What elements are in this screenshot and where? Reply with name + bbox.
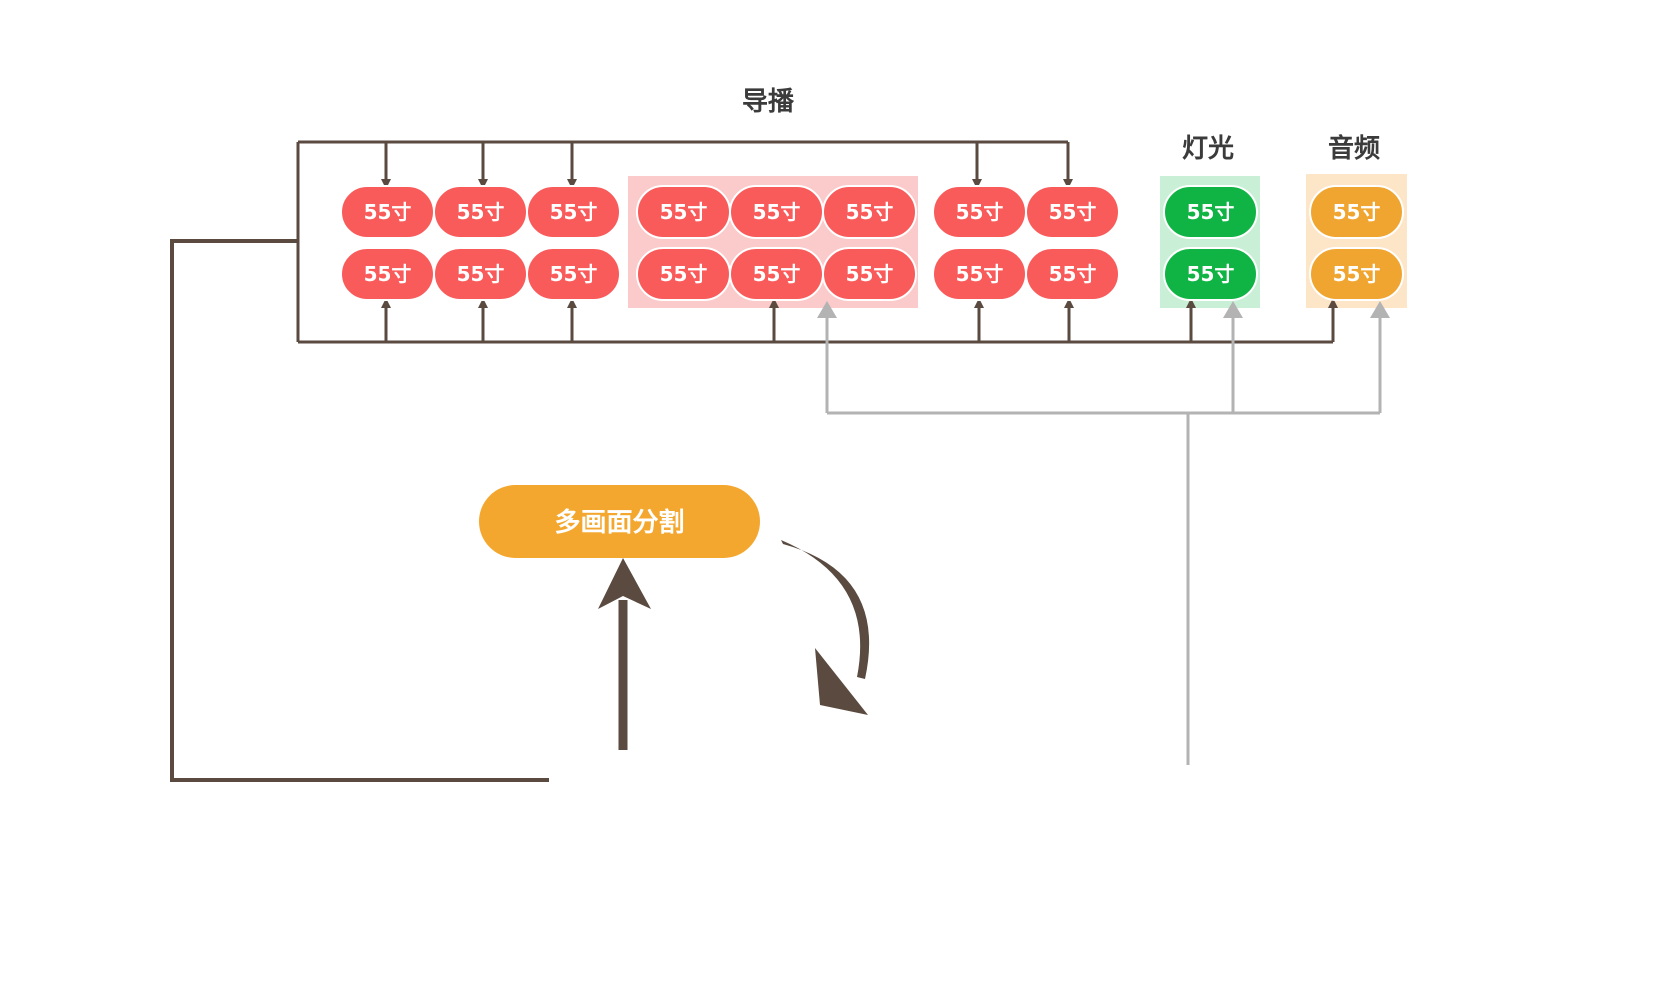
screen-size-label: 55寸 (660, 262, 708, 286)
screen-director-right-r1c2: 55寸 (1025, 185, 1120, 239)
screen-director-right-r1c1: 55寸 (932, 185, 1027, 239)
signal-flow-diagram: 导播 灯光 音频 55寸 55寸 55寸 55寸 55寸 55寸 55寸 55寸 55寸 55寸 5… (170, 87, 1407, 782)
screen-lighting-r1c1: 55寸 (1163, 185, 1258, 239)
screen-size-label: 55寸 (550, 200, 598, 224)
screen-director-left-r1c2: 55寸 (433, 185, 528, 239)
screen-director-left-r2c2: 55寸 (433, 247, 528, 301)
screen-size-label: 55寸 (457, 200, 505, 224)
screen-director-left-r1c3: 55寸 (526, 185, 621, 239)
screen-size-label: 55寸 (1187, 262, 1235, 286)
audio-title: 音频 (1328, 133, 1380, 164)
screen-director-center-r2c1: 55寸 (636, 247, 731, 301)
lighting-title: 灯光 (1182, 134, 1234, 164)
screen-size-label: 55寸 (1049, 200, 1097, 224)
screen-director-center-r2c3: 55寸 (822, 247, 917, 301)
screen-lighting-r2c1: 55寸 (1163, 247, 1258, 301)
screen-director-left-r2c3: 55寸 (526, 247, 621, 301)
screen-size-label: 55寸 (550, 262, 598, 286)
screen-director-center-r1c2: 55寸 (729, 185, 824, 239)
screen-director-left-r2c1: 55寸 (340, 247, 435, 301)
screen-size-label: 55寸 (660, 200, 708, 224)
curved-arrow-body (781, 540, 870, 679)
multiview-button[interactable]: 多画面分割 (479, 485, 760, 558)
screen-director-right-r2c2: 55寸 (1025, 247, 1120, 301)
screen-size-label: 55寸 (364, 200, 412, 224)
screen-size-label: 55寸 (753, 262, 801, 286)
screen-director-center-r1c1: 55寸 (636, 185, 731, 239)
screen-director-center-r2c2: 55寸 (729, 247, 824, 301)
screen-size-label: 55寸 (1333, 200, 1381, 224)
multiview-label: 多画面分割 (554, 507, 684, 538)
screen-size-label: 55寸 (364, 262, 412, 286)
screen-size-label: 55寸 (846, 262, 894, 286)
screen-size-label: 55寸 (1049, 262, 1097, 286)
screen-size-label: 55寸 (1187, 200, 1235, 224)
screen-size-label: 55寸 (846, 200, 894, 224)
screen-size-label: 55寸 (457, 262, 505, 286)
screen-director-right-r2c1: 55寸 (932, 247, 1027, 301)
screen-size-label: 55寸 (956, 200, 1004, 224)
screen-size-label: 55寸 (753, 200, 801, 224)
screen-audio-r2c1: 55寸 (1309, 247, 1404, 301)
screen-size-label: 55寸 (1333, 262, 1381, 286)
screen-audio-r1c1: 55寸 (1309, 185, 1404, 239)
screen-director-center-r1c3: 55寸 (822, 185, 917, 239)
director-title: 导播 (742, 87, 795, 117)
screen-size-label: 55寸 (956, 262, 1004, 286)
screen-director-left-r1c1: 55寸 (340, 185, 435, 239)
